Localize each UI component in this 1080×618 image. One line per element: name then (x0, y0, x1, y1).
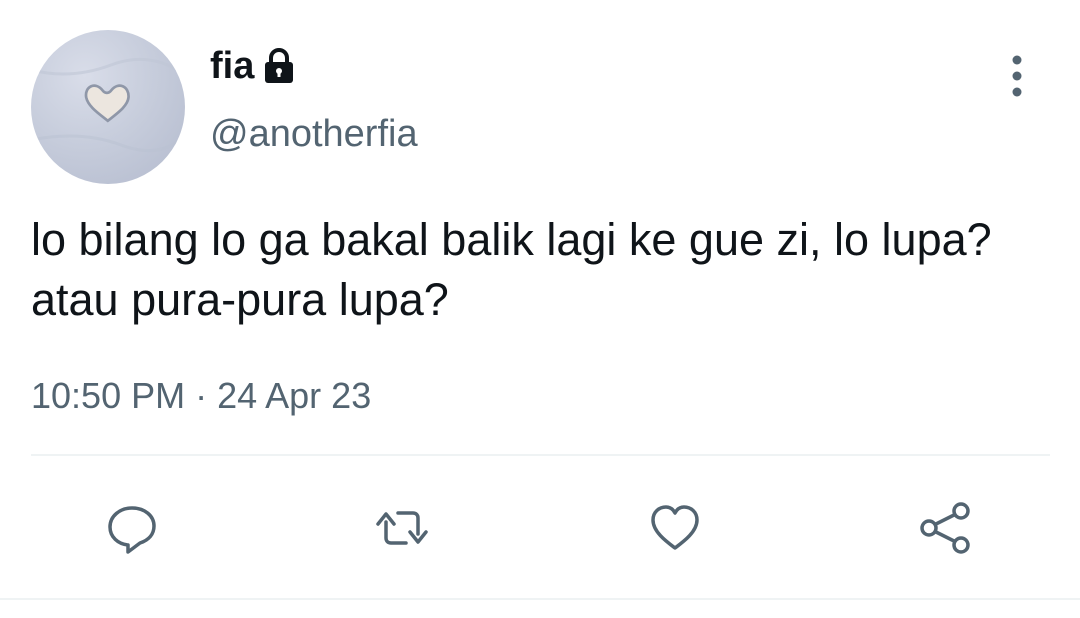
tweet-timestamp[interactable]: 10:50 PM · 24 Apr 23 (31, 374, 371, 418)
heart-icon (31, 57, 185, 153)
share-icon (920, 502, 970, 554)
divider (0, 598, 1080, 600)
heart-icon (651, 505, 699, 550)
like-button[interactable] (645, 498, 705, 558)
avatar[interactable] (31, 30, 185, 184)
more-vertical-icon[interactable] (1000, 52, 1034, 100)
tweet-text: lo bilang lo ga bakal balik lagi ke gue … (31, 214, 992, 325)
tweet-time: 10:50 PM (31, 375, 186, 416)
reply-button[interactable] (102, 498, 162, 558)
retweet-icon (376, 511, 428, 545)
reply-icon (108, 506, 156, 554)
retweet-button[interactable] (372, 498, 432, 558)
timestamp-separator: · (195, 375, 208, 416)
divider (31, 454, 1050, 456)
tweet-date: 24 Apr 23 (217, 375, 372, 416)
display-name-text: fia (210, 45, 255, 87)
share-button[interactable] (915, 498, 975, 558)
user-handle[interactable]: @anotherfia (210, 112, 418, 156)
lock-icon (262, 47, 296, 85)
tweet-card: fia @anotherfia lo bilang lo ga bakal ba… (0, 0, 1080, 618)
display-name[interactable]: fia (210, 44, 296, 88)
